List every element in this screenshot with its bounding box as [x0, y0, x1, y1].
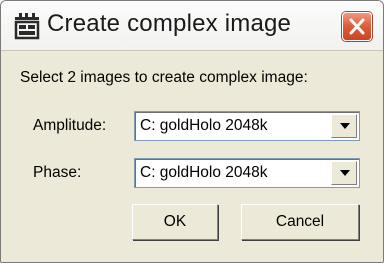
amplitude-dropdown-button[interactable]: [331, 114, 357, 138]
window-title: Create complex image: [47, 10, 292, 37]
prompt-text: Select 2 images to create complex image:: [20, 69, 308, 86]
app-icon: [13, 12, 41, 40]
title-bar[interactable]: Create complex image: [1, 1, 383, 51]
dialog-window: Create complex image Select 2 images to …: [0, 0, 384, 263]
amplitude-select[interactable]: C: goldHolo 2048k: [134, 111, 360, 141]
phase-select[interactable]: C: goldHolo 2048k: [134, 158, 360, 188]
close-icon: [349, 18, 365, 35]
amplitude-label: Amplitude:: [33, 117, 107, 134]
chevron-down-icon: [340, 170, 350, 176]
amplitude-selected-value: C: goldHolo 2048k: [140, 117, 268, 134]
cancel-button[interactable]: Cancel: [241, 204, 359, 240]
close-button[interactable]: [342, 12, 372, 41]
chevron-down-icon: [340, 123, 350, 129]
ok-button[interactable]: OK: [132, 204, 218, 240]
phase-dropdown-button[interactable]: [331, 161, 357, 185]
phase-label: Phase:: [33, 164, 82, 181]
dialog-body: Select 2 images to create complex image:…: [1, 51, 383, 262]
phase-selected-value: C: goldHolo 2048k: [140, 164, 268, 181]
